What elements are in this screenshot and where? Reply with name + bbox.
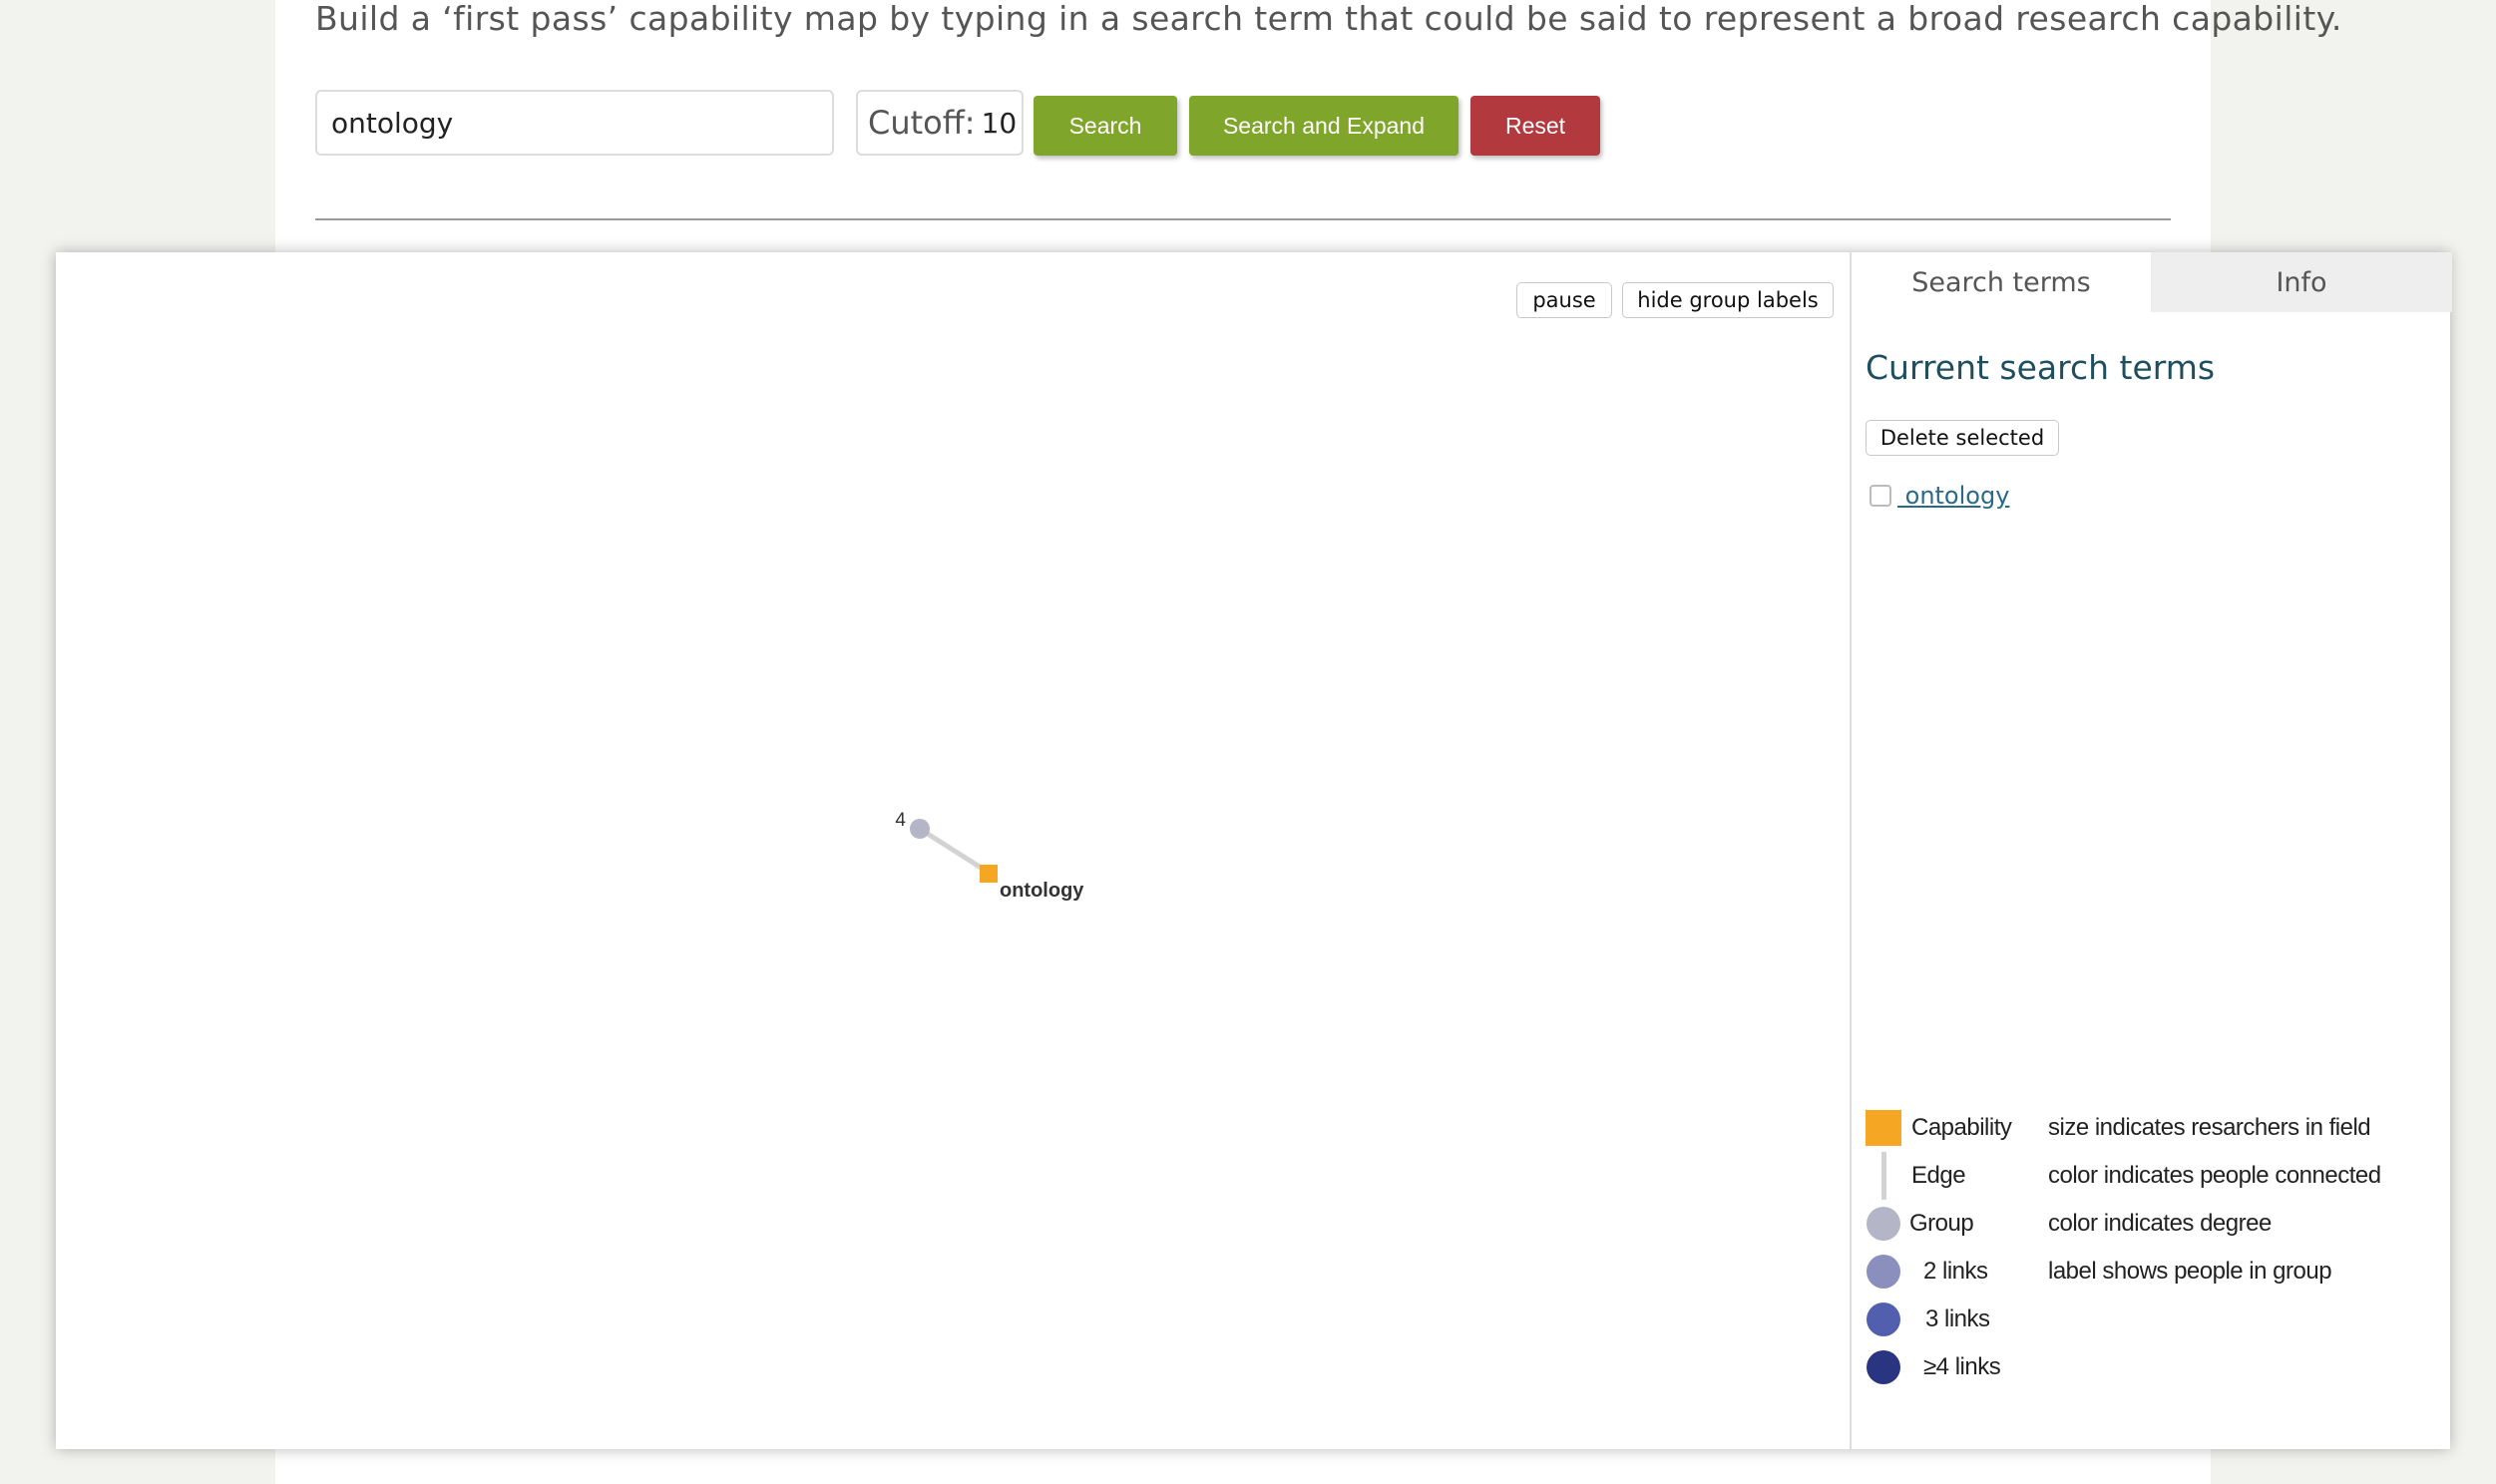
legend-row-2-links: 2 links label shows people in group <box>1866 1248 2444 1296</box>
capability-map-panel: pause hide group labels 4 ontology Searc… <box>56 252 2452 1449</box>
network-graph[interactable]: 4 ontology <box>56 252 1850 1449</box>
search-and-expand-button[interactable]: Search and Expand <box>1189 96 1458 156</box>
legend-row-capability: Capability size indicates resarchers in … <box>1866 1104 2444 1152</box>
delete-selected-button[interactable]: Delete selected <box>1866 420 2059 456</box>
legend-description: color indicates people connected <box>2048 1162 2381 1189</box>
graph-edge <box>918 826 988 874</box>
legend-label: Group <box>1909 1210 1974 1237</box>
cutoff-label: Cutoff: <box>868 104 976 142</box>
capability-square-icon <box>1866 1110 1901 1146</box>
search-term-checkbox[interactable] <box>1870 485 1891 507</box>
edge-line-icon <box>1881 1152 1886 1200</box>
legend-label: ≥4 links <box>1923 1353 2001 1380</box>
legend-description: color indicates degree <box>2048 1210 2272 1237</box>
legend-label: 2 links <box>1923 1258 1988 1285</box>
group-node-label: 4 <box>895 810 906 831</box>
legend-row-edge: Edge color indicates people connected <box>1866 1152 2444 1200</box>
group-circle-icon <box>1867 1350 1900 1384</box>
group-circle-icon <box>1867 1255 1900 1289</box>
cutoff-field[interactable]: Cutoff: 10 <box>856 90 1024 156</box>
search-term-link[interactable]: ontology <box>1897 482 2010 510</box>
search-button[interactable]: Search <box>1034 96 1177 156</box>
search-input[interactable] <box>315 90 834 156</box>
capability-node-label: ontology <box>1000 880 1084 902</box>
tab-search-terms[interactable]: Search terms <box>1852 252 2151 312</box>
group-node[interactable] <box>910 819 930 839</box>
cutoff-value[interactable]: 10 <box>982 107 1018 140</box>
legend-row-group: Group color indicates degree <box>1866 1200 2444 1248</box>
divider <box>315 218 2171 220</box>
legend-label: Capability <box>1911 1114 2012 1141</box>
sidebar: Search terms Info Current search terms D… <box>1850 252 2452 1449</box>
legend-row-3-links: 3 links <box>1866 1296 2444 1343</box>
legend-description: size indicates resarchers in field <box>2048 1114 2371 1141</box>
capability-node[interactable] <box>980 865 998 883</box>
graph-area[interactable]: pause hide group labels 4 ontology <box>56 252 1850 1449</box>
legend-label: 3 links <box>1925 1305 1990 1332</box>
group-circle-icon <box>1867 1302 1900 1336</box>
group-circle-icon <box>1867 1207 1900 1241</box>
legend-row-4-plus-links: ≥4 links <box>1866 1343 2444 1391</box>
search-term-item: ontology <box>1870 478 2009 514</box>
reset-button[interactable]: Reset <box>1470 96 1600 156</box>
tab-info[interactable]: Info <box>2151 252 2452 312</box>
intro-text: Build a ‘first pass’ capability map by t… <box>315 0 2342 38</box>
legend-description: label shows people in group <box>2048 1258 2332 1285</box>
legend-label: Edge <box>1911 1162 1966 1189</box>
current-search-terms-title: Current search terms <box>1866 348 2216 387</box>
